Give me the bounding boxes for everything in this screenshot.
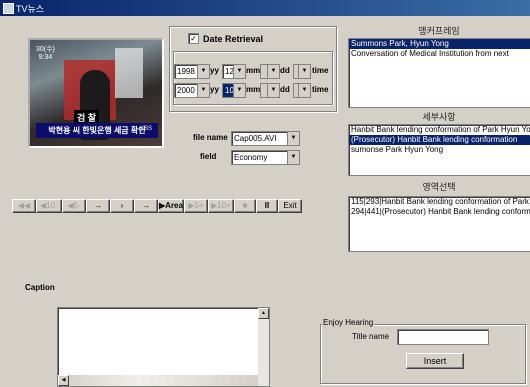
rewind-start-button[interactable]: ◀◀ [12,199,36,213]
from-month-select[interactable]: 12 ▼ [222,64,246,79]
from-time-label: time [312,66,329,75]
title-name-input[interactable] [397,329,489,345]
list-item[interactable]: Conversation of Medical Institution from… [349,49,530,59]
file-name-select[interactable]: Cap005.AVI ▼ [231,131,300,146]
title-name-label: Title name [352,332,390,341]
to-day-select[interactable]: ▼ [260,83,280,98]
play-button[interactable]: › [110,199,134,213]
play-area-button[interactable]: ▶Area [158,199,184,213]
scroll-left-arrow-icon[interactable]: ◀ [58,375,69,386]
caption-textarea[interactable]: ▲ ◀ [57,307,270,387]
to-month-select[interactable]: 10 ▼ [222,83,246,98]
to-dd-label: dd [280,85,290,94]
video-clock: 30(수) 9:34 [36,46,55,61]
pause-button[interactable]: II [256,199,278,213]
to-yy-label: yy [210,85,219,94]
to-mm-label: mm [246,85,261,94]
window-title: TV뉴스 [16,4,45,14]
caption-hscrollbar[interactable]: ◀ [58,375,258,386]
insert-button[interactable]: Insert [406,353,464,369]
step-forward-button[interactable]: → [86,199,110,213]
exit-button[interactable]: Exit [278,199,302,213]
to-time-label: time [312,85,329,94]
list-item[interactable]: 294|441|(Prosecutor) Hanbit Bank lending… [349,207,530,217]
back-10-button[interactable]: ◀10- [36,199,62,213]
to-year-select[interactable]: 2000 ▼ [174,83,210,98]
scroll-up-arrow-icon[interactable]: ▲ [258,308,269,319]
forward-10-button[interactable]: ▶10+ [208,199,234,213]
from-day-select[interactable]: ▼ [260,64,280,79]
from-dd-label: dd [280,66,290,75]
file-name-label: file name [193,133,228,142]
region-select-list[interactable]: 115|293|Hanbit Bank lending conformation… [348,196,530,252]
list-item[interactable]: Summons Park, Hyun Yong [349,39,530,49]
title-bar: TV뉴스 [0,0,530,16]
details-list[interactable]: Hanbit Bank lending conformation of Park… [348,124,530,176]
details-header: 세부사항 [422,112,456,122]
from-mm-label: mm [246,66,261,75]
caption-scrollbar[interactable]: ▲ [258,308,269,386]
list-item[interactable]: sumonse Park Hyun Yong [349,145,530,155]
list-item[interactable]: (Prosecutor) Hanbit Bank lending conform… [349,135,530,145]
region-select-header: 영역선택 [422,182,456,192]
app-icon [3,3,14,14]
video-preview: 30(수) 9:34 검 찰 박현용 씨 한빛은행 세금 확인 KBS [28,38,164,148]
forward-button[interactable]: → [134,199,158,213]
enjoy-hearing-legend: Enjoy Hearing [322,318,375,327]
forward-5-button[interactable]: ▶5+ [184,199,208,213]
date-retrieval-group: ✓ Date Retrieval 1998 ▼ yy 12 ▼ mm ▼ dd ▼ … [169,26,337,112]
back-5-button[interactable]: ◀5- [62,199,86,213]
date-retrieval-label: Date Retrieval [203,33,264,44]
stop-button[interactable]: ■ [234,199,256,213]
list-item[interactable]: Hanbit Bank lending conformation of Park… [349,125,530,135]
list-item[interactable]: 115|293|Hanbit Bank lending conformation… [349,197,530,207]
to-time-select[interactable]: ▼ [293,83,311,98]
date-retrieval-checkbox[interactable]: ✓ [188,33,199,44]
field-label: field [200,152,217,161]
from-year-select[interactable]: 1998 ▼ [174,64,210,79]
anchor-frame-list[interactable]: Summons Park, Hyun Yong Conversation of … [348,38,530,108]
caption-label: Caption [25,283,55,292]
from-time-select[interactable]: ▼ [293,64,311,79]
from-yy-label: yy [210,66,219,75]
field-select[interactable]: Economy ▼ [231,150,300,165]
video-watermark: KBS [139,126,152,132]
anchor-frame-header: 앵커프레임 [418,26,460,36]
